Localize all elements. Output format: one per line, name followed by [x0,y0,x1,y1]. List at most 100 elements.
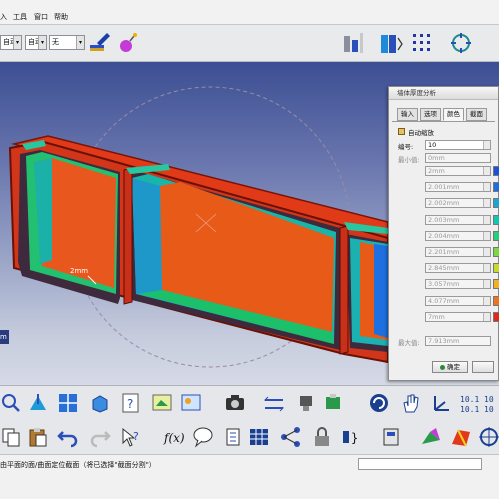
count-field[interactable]: 10 [425,140,491,150]
max-field[interactable]: 7.913mm [425,336,491,346]
max-value: 7.913mm [428,337,460,345]
tab-input[interactable]: 输入 [397,108,418,121]
level-field[interactable]: 2.201mm [425,247,491,257]
min-label: 最小值: [398,156,420,164]
level-color-swatch[interactable] [493,263,499,274]
svg-text:10.1: 10.1 [460,405,479,414]
menu-item-help[interactable]: 帮助 [54,12,68,22]
level-color-swatch[interactable] [493,311,499,322]
spinner-icon[interactable] [483,264,490,273]
paintbrush-icon[interactable] [88,31,112,55]
paste-icon[interactable] [27,426,49,448]
level-field[interactable]: 4.077mm [425,295,491,306]
iso-view-icon[interactable] [89,392,111,414]
camera-icon[interactable] [224,392,246,414]
left-panel-tab[interactable]: m [0,330,9,344]
normal-view-icon[interactable] [27,392,49,414]
catalog-icon[interactable] [380,426,402,448]
level-color-swatch[interactable] [493,295,499,306]
table-grid-icon[interactable]: 1010 [484,392,499,414]
spinner-icon[interactable] [483,141,490,149]
chevron-down-icon[interactable]: ▾ [13,36,21,49]
level-color-swatch[interactable] [493,214,499,225]
image-render-icon[interactable] [180,392,202,414]
spinner-icon[interactable] [483,312,490,321]
crosshair-icon[interactable] [478,426,499,448]
level-color-swatch[interactable] [493,247,499,257]
tree-icon[interactable] [280,426,302,448]
menu-item-window[interactable]: 窗口 [34,12,48,22]
compass-target-icon[interactable] [448,30,474,56]
command-input[interactable] [358,458,482,470]
level-color-swatch[interactable] [493,166,499,176]
line-weight-combo[interactable]: 自动 ▾ [25,35,47,50]
svg-text:?: ? [127,397,133,411]
undo-icon[interactable] [57,426,79,448]
spinner-icon[interactable] [483,280,490,289]
wall-thickness-analysis-icon[interactable] [340,30,366,56]
level-color-swatch[interactable] [493,230,499,241]
zoom-icon[interactable] [0,392,22,414]
bomb-icon[interactable] [117,32,139,54]
spinner-icon[interactable] [483,183,490,192]
grid-dots-icon[interactable] [409,30,435,56]
parameter-icon[interactable] [222,426,244,448]
level-value: 2.003mm [428,215,460,224]
spinner-icon[interactable] [483,167,490,175]
min-field[interactable]: 0mm [425,153,491,163]
axis-system-icon[interactable] [430,392,452,414]
apply-material-icon[interactable] [151,392,173,414]
left-panel-tab-label: m [0,333,7,341]
level-field[interactable]: 2.001mm [425,182,491,193]
redo-icon[interactable] [89,426,111,448]
formula-icon[interactable]: f(x) [163,426,185,448]
draft-analysis-icon[interactable] [378,30,404,56]
hand-pan-icon[interactable] [399,392,421,414]
lock-icon[interactable] [311,426,333,448]
chevron-down-icon[interactable]: ▾ [38,36,46,49]
menu-item-insert[interactable]: 入 [0,12,7,22]
help-query-icon[interactable]: ? [120,392,142,414]
design-table-icon[interactable] [248,426,270,448]
level-color-swatch[interactable] [493,182,499,193]
binary-grid-icon[interactable]: 10.110.1 [459,392,481,414]
level-value: 4.077mm [428,296,460,305]
spinner-icon[interactable] [483,231,490,240]
tab-options[interactable]: 选项 [420,108,441,121]
level-field[interactable]: 3.057mm [425,279,491,290]
level-field[interactable]: 2.002mm [425,198,491,209]
level-color-swatch[interactable] [493,279,499,290]
top-toolbar: 自动 ▾ 自动 ▾ 无 ▾ [0,25,499,62]
measure-between-icon[interactable] [263,392,285,414]
level-field[interactable]: 2.845mm [425,263,491,274]
spinner-icon[interactable] [483,296,490,305]
knowledge-icon[interactable]: } [340,426,362,448]
auto-scale-checkbox[interactable] [398,128,405,135]
line-color-combo[interactable]: 自动 ▾ [0,35,22,50]
cancel-button[interactable] [472,361,494,373]
apply-texture-icon[interactable] [420,426,442,448]
measure-label: 2mm [70,267,89,275]
spinner-icon[interactable] [483,215,490,224]
comment-icon[interactable] [192,426,214,448]
measure-item-icon[interactable] [295,392,317,414]
spin-rotation-icon[interactable] [368,392,390,414]
level-field[interactable]: 7mm [425,311,491,322]
level-color-swatch[interactable] [493,198,499,209]
chevron-down-icon[interactable]: ▾ [76,36,84,49]
tab-color[interactable]: 颜色 [443,108,464,121]
measure-inertia-icon[interactable] [322,392,344,414]
spinner-icon[interactable] [483,199,490,208]
multi-view-icon[interactable] [57,392,79,414]
level-field[interactable]: 2mm [425,166,491,176]
tab-section[interactable]: 截面 [466,108,487,121]
menu-item-tools[interactable]: 工具 [13,12,27,22]
copy-icon[interactable] [0,426,22,448]
spinner-icon[interactable] [483,248,490,256]
ok-button[interactable]: 确定 [432,361,468,373]
whats-this-icon[interactable]: ? [120,426,142,448]
level-field[interactable]: 2.003mm [425,214,491,225]
surface-analysis-icon[interactable] [450,426,472,448]
layer-combo[interactable]: 无 ▾ [49,35,85,50]
level-field[interactable]: 2.004mm [425,230,491,241]
